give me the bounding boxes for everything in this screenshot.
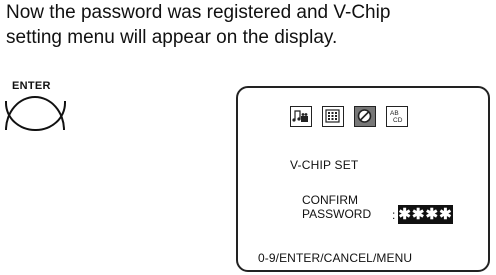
confirm-label-line-2: PASSWORD [302,207,372,221]
instruction-text: Now the password was registered and V-Ch… [6,0,486,50]
confirm-label-line-1: CONFIRM [302,193,358,207]
password-colon: : [392,208,396,222]
enter-button-label: ENTER [12,80,51,92]
abcd-icon[interactable]: AB CD [386,106,408,127]
menu-title: V-CHIP SET [290,158,359,172]
music-film-icon[interactable] [290,106,312,127]
confirm-password-label: CONFIRM PASSWORD [302,193,371,221]
svg-text:AB: AB [390,110,399,117]
instruction-line-2: setting menu will appear on the display. [6,27,338,48]
key-guide: 0-9/ENTER/CANCEL/MENU [258,251,413,265]
instruction-line-1: Now the password was registered and V-Ch… [6,2,391,23]
svg-text:CD: CD [393,117,403,124]
password-field[interactable]: ✱✱✱✱ [398,205,453,224]
enter-button[interactable] [4,96,66,131]
menu-icon-bar: AB CD [290,106,408,127]
block-icon[interactable] [354,106,376,127]
keypad-icon[interactable] [322,106,344,127]
tv-screen: AB CD V-CHIP SET CONFIRM PASSWORD : ✱✱✱✱… [236,86,490,272]
